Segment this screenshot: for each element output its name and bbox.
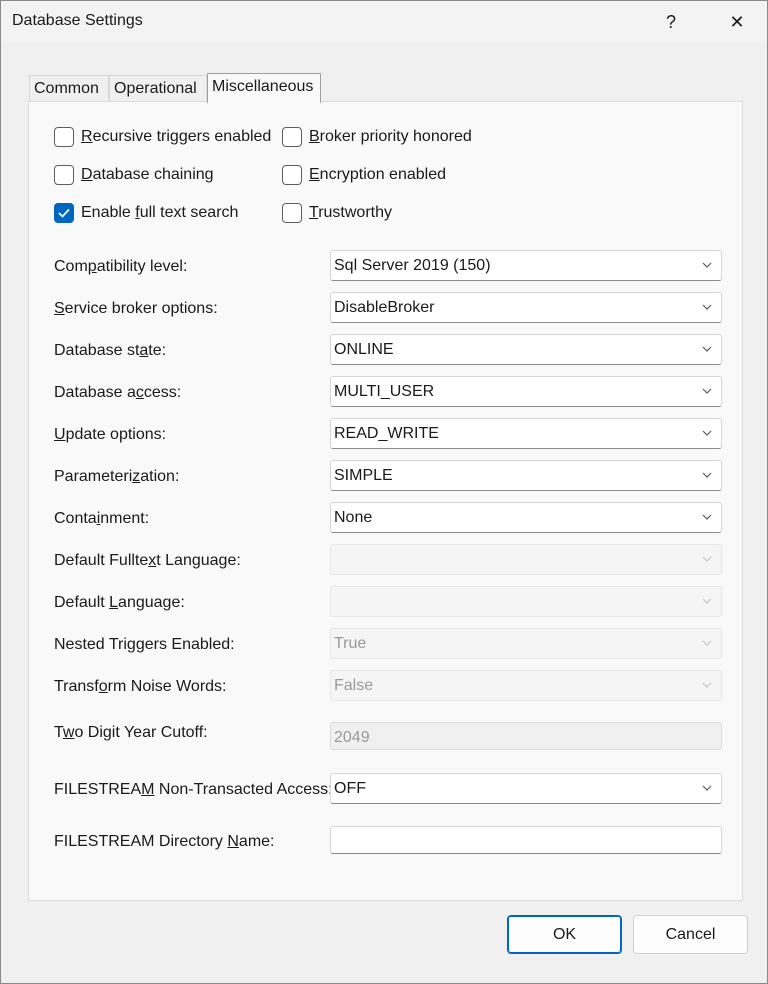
database-access-dropdown[interactable]: MULTI_USER — [330, 376, 722, 407]
dropdown-value: Sql Server 2019 (150) — [334, 257, 491, 274]
dropdown-value: ONLINE — [334, 341, 394, 358]
tab-miscellaneous[interactable]: Miscellaneous — [207, 73, 321, 103]
broker-priority-checkbox[interactable]: Broker priority honored — [282, 126, 472, 148]
close-icon: ✕ — [729, 11, 745, 32]
chevron-down-icon — [702, 430, 712, 436]
database-access-label: Database access: — [54, 384, 182, 401]
transform-noise-words-dropdown: False — [330, 670, 722, 701]
checkbox-box-checked — [54, 203, 74, 223]
default-fulltext-language-dropdown — [330, 544, 722, 575]
chevron-down-icon — [702, 388, 712, 394]
checkbox-box — [282, 203, 302, 223]
filestream-directory-name-label: FILESTREAM Directory Name: — [54, 833, 275, 850]
trustworthy-checkbox[interactable]: Trustworthy — [282, 202, 392, 224]
default-fulltext-language-label: Default Fulltext Language: — [54, 552, 241, 569]
containment-label: Containment: — [54, 510, 150, 527]
update-options-label: Update options: — [54, 426, 167, 443]
chevron-down-icon — [702, 598, 712, 604]
parameterization-label: Parameterization: — [54, 468, 180, 485]
window-title: Database Settings — [12, 12, 143, 29]
miscellaneous-panel: Recursive triggers enabled Broker priori… — [28, 101, 743, 901]
filestream-directory-name-input[interactable] — [330, 826, 722, 854]
compatibility-level-label: Compatibility level: — [54, 258, 188, 275]
dropdown-value: MULTI_USER — [334, 383, 435, 400]
checkmark-icon — [58, 208, 70, 218]
dropdown-value: OFF — [334, 780, 366, 797]
dropdown-value: READ_WRITE — [334, 425, 439, 442]
checkbox-box — [282, 127, 302, 147]
chevron-down-icon — [702, 640, 712, 646]
chevron-down-icon — [702, 785, 712, 791]
checkbox-label: Enable full text search — [81, 204, 239, 221]
containment-dropdown[interactable]: None — [330, 502, 722, 533]
two-digit-year-cutoff-field: 2049 — [330, 722, 722, 750]
dropdown-value: True — [334, 635, 367, 652]
dropdown-value: SIMPLE — [334, 467, 393, 484]
chevron-down-icon — [702, 682, 712, 688]
encryption-enabled-checkbox[interactable]: Encryption enabled — [282, 164, 446, 186]
chevron-down-icon — [702, 472, 712, 478]
chevron-down-icon — [702, 514, 712, 520]
default-language-dropdown — [330, 586, 722, 617]
dropdown-value: DisableBroker — [334, 299, 435, 316]
service-broker-label: Service broker options: — [54, 300, 218, 317]
filestream-access-label: FILESTREAM Non-Transacted Access: — [54, 781, 333, 798]
checkbox-label: Database chaining — [81, 166, 214, 183]
filestream-access-dropdown[interactable]: OFF — [330, 773, 722, 804]
chevron-down-icon — [702, 304, 712, 310]
field-value: 2049 — [334, 729, 370, 746]
recursive-triggers-checkbox[interactable]: Recursive triggers enabled — [54, 126, 271, 148]
tab-strip: Common Operational Miscellaneous — [29, 73, 749, 103]
dropdown-value: False — [334, 677, 374, 694]
database-chaining-checkbox[interactable]: Database chaining — [54, 164, 214, 186]
tab-common[interactable]: Common — [29, 75, 109, 102]
nested-triggers-dropdown: True — [330, 628, 722, 659]
database-state-dropdown[interactable]: ONLINE — [330, 334, 722, 365]
parameterization-dropdown[interactable]: SIMPLE — [330, 460, 722, 491]
title-bar: Database Settings ? ✕ — [1, 1, 767, 43]
chevron-down-icon — [702, 346, 712, 352]
checkbox-label: Trustworthy — [309, 204, 392, 221]
database-settings-dialog: Database Settings ? ✕ Common Operational… — [0, 0, 768, 984]
compatibility-level-dropdown[interactable]: Sql Server 2019 (150) — [330, 250, 722, 281]
two-digit-year-cutoff-label: Two Digit Year Cutoff: — [54, 724, 208, 741]
dropdown-value: None — [334, 509, 373, 526]
cancel-button[interactable]: Cancel — [633, 915, 748, 954]
tab-operational[interactable]: Operational — [109, 75, 207, 102]
checkbox-box — [54, 165, 74, 185]
checkbox-box — [54, 127, 74, 147]
full-text-search-checkbox[interactable]: Enable full text search — [54, 202, 238, 224]
ok-button[interactable]: OK — [507, 915, 622, 954]
checkbox-label: Recursive triggers enabled — [81, 128, 272, 145]
nested-triggers-label: Nested Triggers Enabled: — [54, 636, 235, 653]
service-broker-dropdown[interactable]: DisableBroker — [330, 292, 722, 323]
update-options-dropdown[interactable]: READ_WRITE — [330, 418, 722, 449]
chevron-down-icon — [702, 262, 712, 268]
checkbox-label: Broker priority honored — [309, 128, 472, 145]
help-button[interactable]: ? — [643, 1, 699, 43]
transform-noise-words-label: Transform Noise Words: — [54, 678, 227, 695]
checkbox-label: Encryption enabled — [309, 166, 446, 183]
checkbox-box — [282, 165, 302, 185]
chevron-down-icon — [702, 556, 712, 562]
database-state-label: Database state: — [54, 342, 167, 359]
default-language-label: Default Language: — [54, 594, 185, 611]
close-button[interactable]: ✕ — [709, 1, 765, 43]
